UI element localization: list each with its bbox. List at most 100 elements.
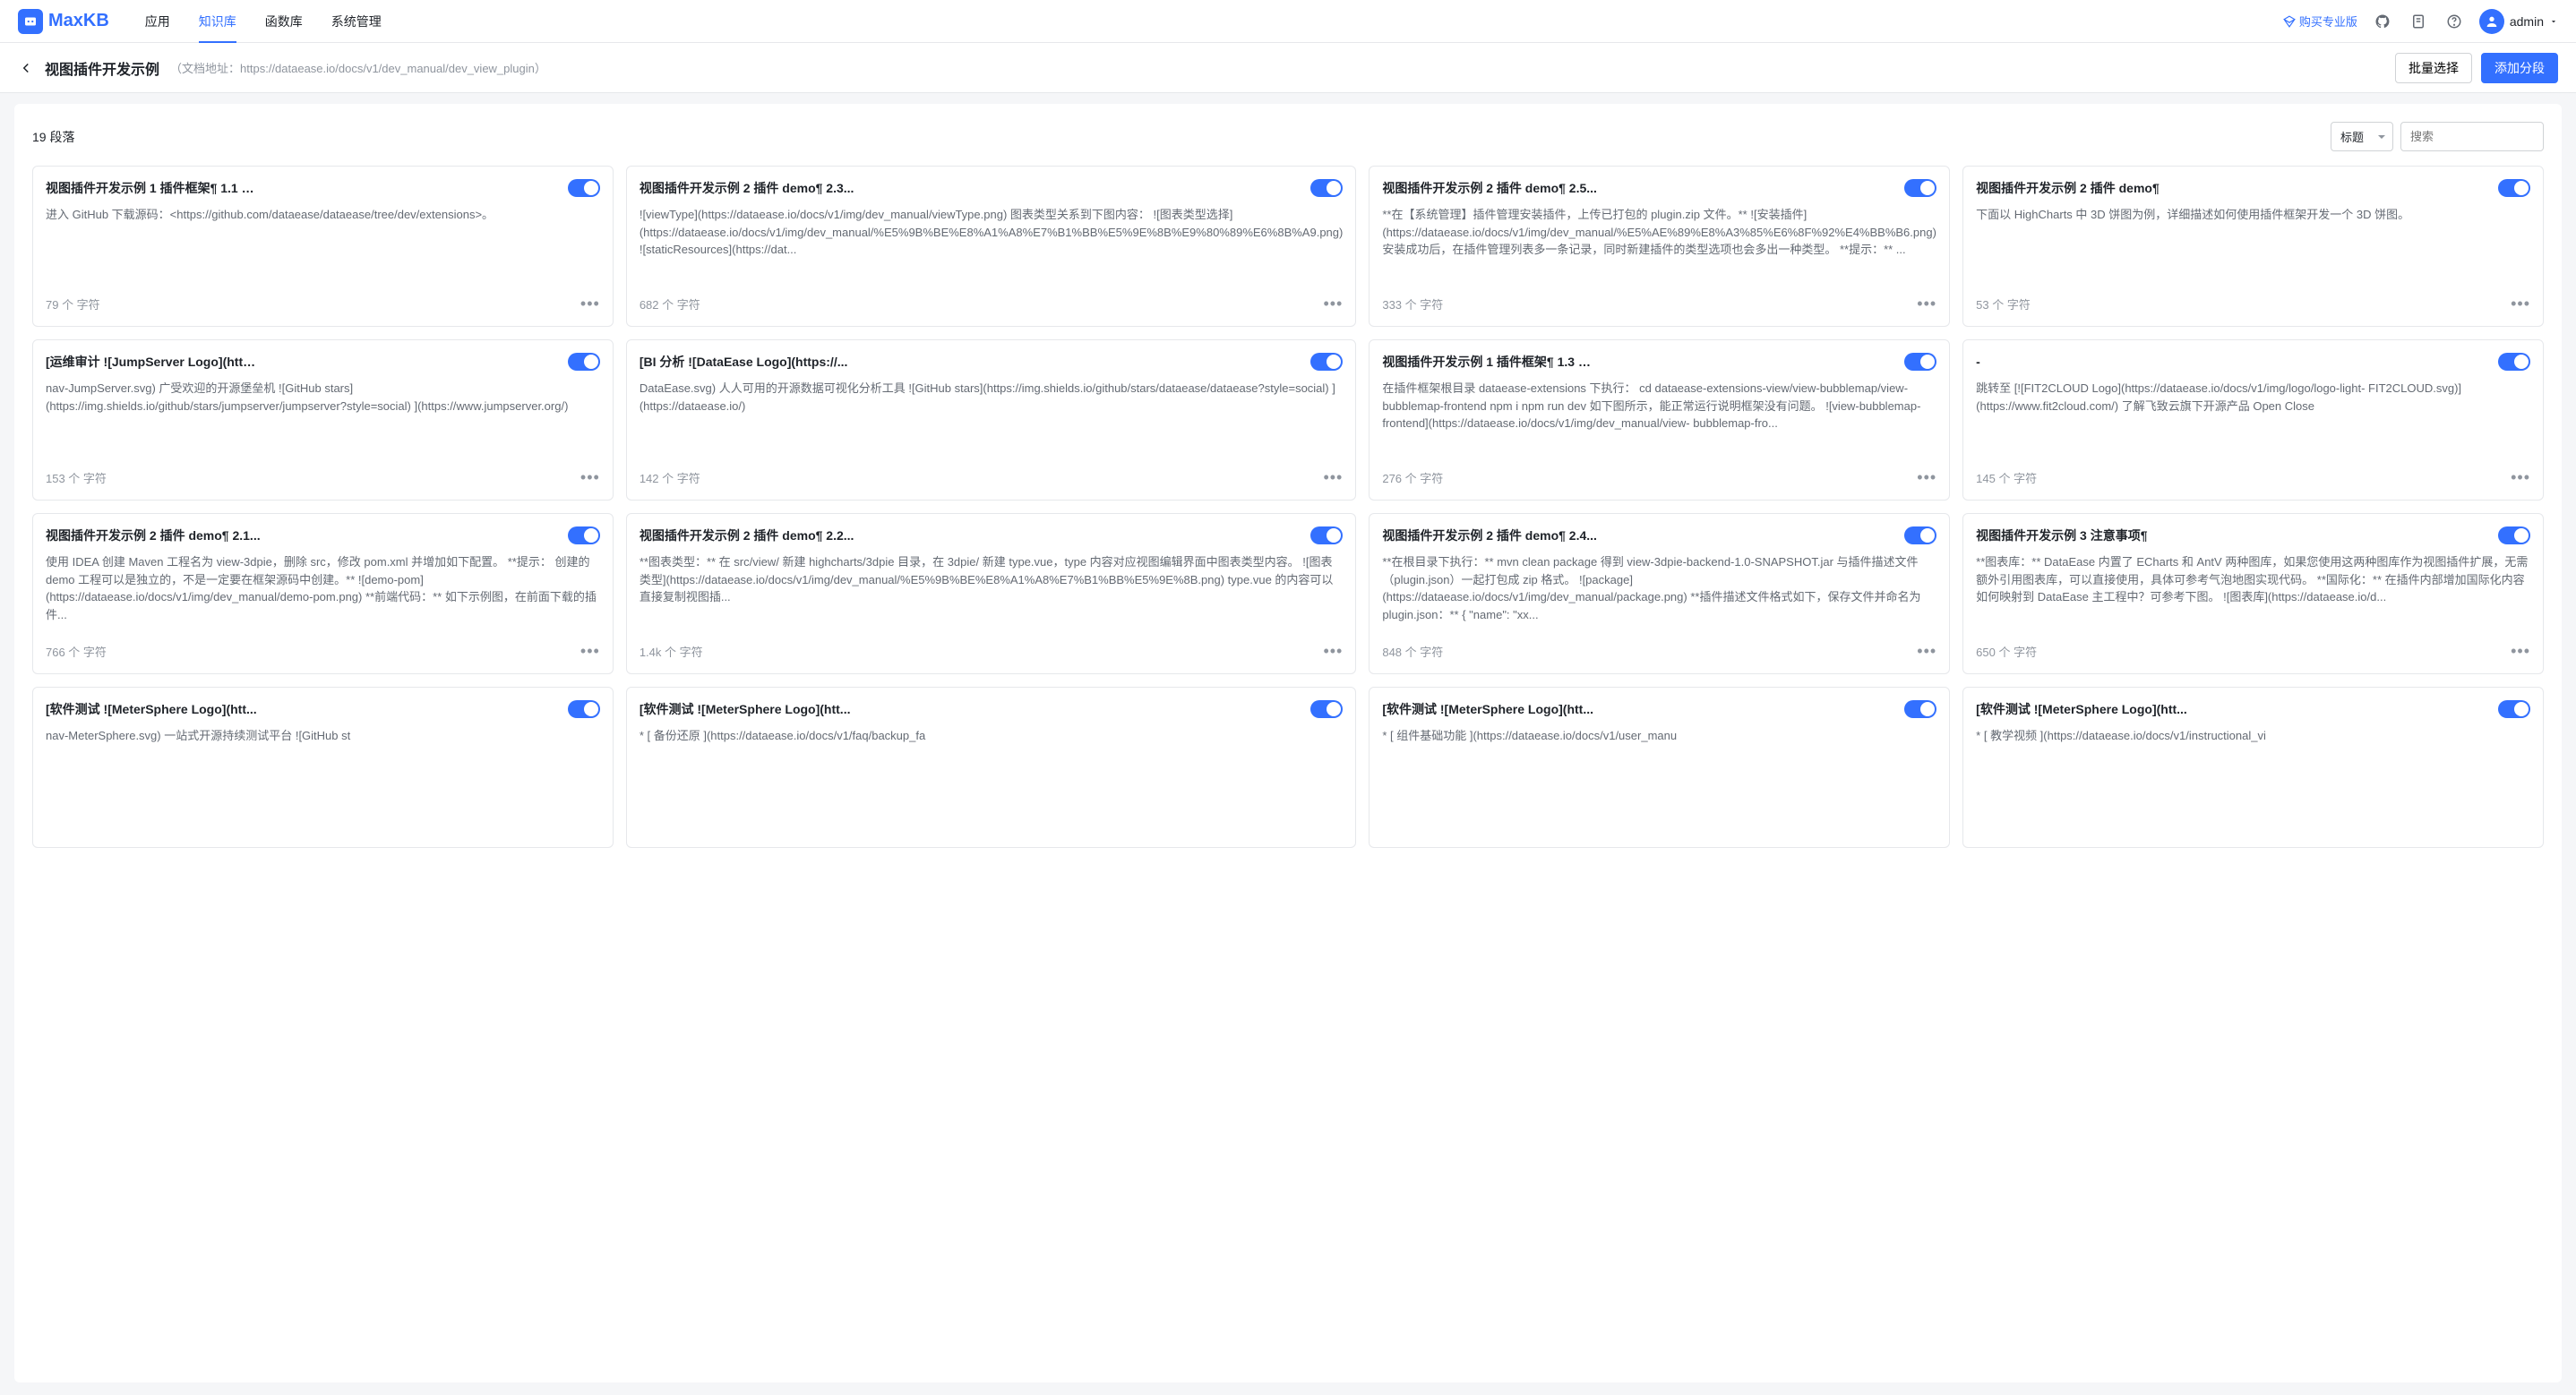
card-title: 视图插件开发示例 2 插件 demo¶ 2.3... [640,179,854,197]
card-title: [BI 分析 ![DataEase Logo](https://... [640,353,848,371]
nav-apps[interactable]: 应用 [145,0,170,43]
add-segment-button[interactable]: 添加分段 [2481,53,2558,83]
more-icon[interactable]: ••• [2511,295,2530,313]
segment-card[interactable]: 视图插件开发示例 2 插件 demo¶ 2.4... **在根目录下执行：** … [1369,513,1950,674]
segment-toggle[interactable] [568,179,600,197]
card-title: [运维审计 ![JumpServer Logo](http... [46,353,261,371]
segment-toggle[interactable] [1904,526,1936,544]
card-title: 视图插件开发示例 2 插件 demo¶ 2.5... [1382,179,1597,197]
segment-toggle[interactable] [1310,700,1343,718]
card-title: [软件测试 ![MeterSphere Logo](htt... [1382,700,1593,718]
char-count: 145 个 字符 [1976,469,2037,486]
segment-card[interactable]: 视图插件开发示例 2 插件 demo¶ 2.1... 使用 IDEA 创建 Ma… [32,513,614,674]
segment-card[interactable]: 视图插件开发示例 2 插件 demo¶ 2.5... **在【系统管理】插件管理… [1369,166,1950,327]
card-body: **图表库：** DataEase 内置了 ECharts 和 AntV 两种图… [1976,553,2530,629]
card-body: 下面以 HighCharts 中 3D 饼图为例，详细描述如何使用插件框架开发一… [1976,206,2530,282]
card-title: 视图插件开发示例 1 插件框架¶ 1.1 获... [46,179,261,197]
segment-toggle[interactable] [568,526,600,544]
segment-card[interactable]: 视图插件开发示例 2 插件 demo¶ 2.3... ![viewType](h… [626,166,1357,327]
card-body: **图表类型：** 在 src/view/ 新建 highcharts/3dpi… [640,553,1344,629]
segment-toggle[interactable] [1904,179,1936,197]
segment-toggle[interactable] [1904,700,1936,718]
segment-toggle[interactable] [568,700,600,718]
more-icon[interactable]: ••• [1323,642,1343,661]
back-button[interactable] [18,60,34,76]
page-title: 视图插件开发示例 [45,57,159,79]
card-body: 在插件框架根目录 dataease-extensions 下执行： cd dat… [1382,380,1936,456]
more-icon[interactable]: ••• [580,295,600,313]
search-input[interactable] [2400,122,2544,151]
more-icon[interactable]: ••• [1917,295,1936,313]
more-icon[interactable]: ••• [2511,468,2530,487]
segment-card[interactable]: [软件测试 ![MeterSphere Logo](htt... * [ 备份还… [626,687,1357,848]
more-icon[interactable]: ••• [1323,295,1343,313]
more-icon[interactable]: ••• [1323,468,1343,487]
char-count: 276 个 字符 [1382,469,1443,486]
user-menu[interactable]: admin [2479,9,2558,34]
card-body: nav-MeterSphere.svg) 一站式开源持续测试平台 ![GitHu… [46,727,600,834]
card-body: **在【系统管理】插件管理安装插件，上传已打包的 plugin.zip 文件。*… [1382,206,1936,282]
more-icon[interactable]: ••• [2511,642,2530,661]
segment-card[interactable]: 视图插件开发示例 3 注意事项¶ **图表库：** DataEase 内置了 E… [1962,513,2544,674]
nav-knowledge[interactable]: 知识库 [199,0,236,43]
segment-toggle[interactable] [2498,353,2530,371]
segment-toggle[interactable] [1310,179,1343,197]
logo[interactable]: MaxKB [18,9,109,34]
card-body: 进入 GitHub 下载源码：<https://github.com/datae… [46,206,600,282]
segment-toggle[interactable] [568,353,600,371]
char-count: 333 个 字符 [1382,295,1443,312]
segment-toggle[interactable] [2498,179,2530,197]
more-icon[interactable]: ••• [1917,468,1936,487]
nav-system[interactable]: 系统管理 [331,0,382,43]
card-title: [软件测试 ![MeterSphere Logo](htt... [640,700,851,718]
char-count: 53 个 字符 [1976,295,2031,312]
segment-toggle[interactable] [1310,353,1343,371]
segment-card[interactable]: - 跳转至 [![FIT2CLOUD Logo](https://dataeas… [1962,339,2544,501]
docs-icon[interactable] [2408,11,2429,32]
more-icon[interactable]: ••• [580,642,600,661]
segment-card[interactable]: [软件测试 ![MeterSphere Logo](htt... * [ 教学视… [1962,687,2544,848]
brand-text: MaxKB [48,11,109,31]
segment-toggle[interactable] [2498,526,2530,544]
char-count: 79 个 字符 [46,295,100,312]
segment-card[interactable]: [软件测试 ![MeterSphere Logo](htt... nav-Met… [32,687,614,848]
card-body: 使用 IDEA 创建 Maven 工程名为 view-3dpie，删除 src，… [46,553,600,629]
segment-card[interactable]: 视图插件开发示例 2 插件 demo¶ 2.2... **图表类型：** 在 s… [626,513,1357,674]
nav-functions[interactable]: 函数库 [265,0,303,43]
char-count: 142 个 字符 [640,469,700,486]
card-title: 视图插件开发示例 2 插件 demo¶ [1976,179,2160,197]
help-icon[interactable] [2443,11,2465,32]
segment-card[interactable]: [运维审计 ![JumpServer Logo](http... nav-Jum… [32,339,614,501]
segment-toggle[interactable] [1904,353,1936,371]
card-title: 视图插件开发示例 2 插件 demo¶ 2.4... [1382,526,1597,544]
sort-select[interactable]: 标题 [2331,122,2393,151]
segment-toggle[interactable] [2498,700,2530,718]
segment-card[interactable]: 视图插件开发示例 2 插件 demo¶ 下面以 HighCharts 中 3D … [1962,166,2544,327]
avatar [2479,9,2504,34]
segment-card[interactable]: [BI 分析 ![DataEase Logo](https://... Data… [626,339,1357,501]
content: 19 段落 标题 视图插件开发示例 1 插件框架¶ 1.1 获... 进入 Gi… [14,104,2562,1382]
more-icon[interactable]: ••• [580,468,600,487]
card-body: * [ 教学视频 ](https://dataease.io/docs/v1/i… [1976,727,2530,834]
buy-pro-link[interactable]: 购买专业版 [2283,13,2357,30]
topbar: MaxKB 应用 知识库 函数库 系统管理 购买专业版 admin [0,0,2576,43]
segment-card[interactable]: 视图插件开发示例 1 插件框架¶ 1.3 运... 在插件框架根目录 datae… [1369,339,1950,501]
github-icon[interactable] [2372,11,2393,32]
char-count: 153 个 字符 [46,469,107,486]
card-title: [软件测试 ![MeterSphere Logo](htt... [1976,700,2187,718]
segment-card[interactable]: [软件测试 ![MeterSphere Logo](htt... * [ 组件基… [1369,687,1950,848]
toolbar: 19 段落 标题 [32,122,2544,151]
card-body: nav-JumpServer.svg) 广受欢迎的开源堡垒机 ![GitHub … [46,380,600,456]
card-body: DataEase.svg) 人人可用的开源数据可视化分析工具 ![GitHub … [640,380,1344,456]
segment-card[interactable]: 视图插件开发示例 1 插件框架¶ 1.1 获... 进入 GitHub 下载源码… [32,166,614,327]
card-body: **在根目录下执行：** mvn clean package 得到 view-3… [1382,553,1936,629]
char-count: 650 个 字符 [1976,643,2037,660]
batch-select-button[interactable]: 批量选择 [2395,53,2472,83]
card-title: - [1976,355,1980,369]
card-title: [软件测试 ![MeterSphere Logo](htt... [46,700,257,718]
main-nav: 应用 知识库 函数库 系统管理 [145,0,382,43]
segment-toggle[interactable] [1310,526,1343,544]
topbar-right: 购买专业版 admin [2283,9,2558,34]
char-count: 848 个 字符 [1382,643,1443,660]
more-icon[interactable]: ••• [1917,642,1936,661]
